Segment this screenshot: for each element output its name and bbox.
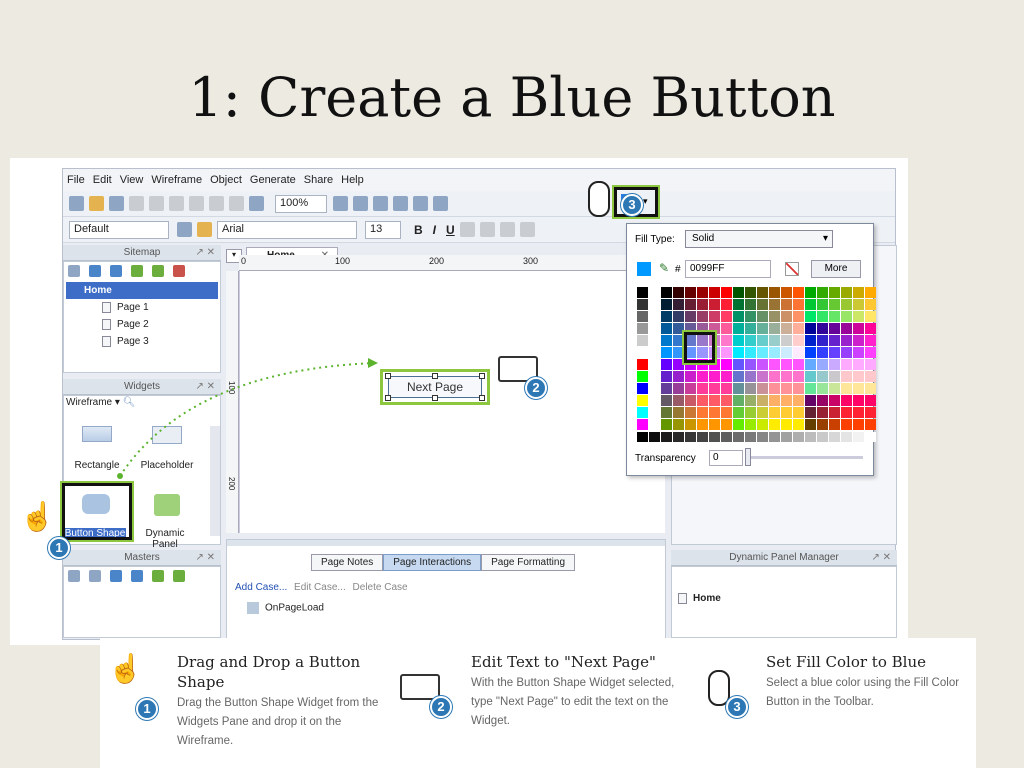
hand-icon: ☝ xyxy=(20,501,55,532)
step-1-desc: Drag the Button Shape Widget from the Wi… xyxy=(177,697,379,747)
step-2: Edit Text to "Next Page" With the Button… xyxy=(471,652,681,731)
step-3-desc: Select a blue color using the Fill Color… xyxy=(766,677,960,708)
keyboard-icon xyxy=(400,674,440,700)
step-1-title: Drag and Drop a Button Shape xyxy=(177,653,361,691)
step-badge-3: 3 xyxy=(621,194,643,216)
step-2-desc: With the Button Shape Widget selected, t… xyxy=(471,677,675,727)
steps-panel: ☝ 1 Drag and Drop a Button Shape Drag th… xyxy=(100,638,976,768)
step-badge-1: 1 xyxy=(48,537,70,559)
mouse-icon xyxy=(588,181,610,217)
step-1: Drag and Drop a Button Shape Drag the Bu… xyxy=(177,652,387,751)
hand-icon: ☝ xyxy=(108,653,143,684)
step-badge-1: 1 xyxy=(136,698,158,720)
step-badge-2: 2 xyxy=(525,377,547,399)
step-badge-2: 2 xyxy=(430,696,452,718)
step-badge-3: 3 xyxy=(726,696,748,718)
step-2-title: Edit Text to "Next Page" xyxy=(471,653,656,671)
step-3: Set Fill Color to Blue Select a blue col… xyxy=(766,652,966,712)
step-3-title: Set Fill Color to Blue xyxy=(766,653,926,671)
